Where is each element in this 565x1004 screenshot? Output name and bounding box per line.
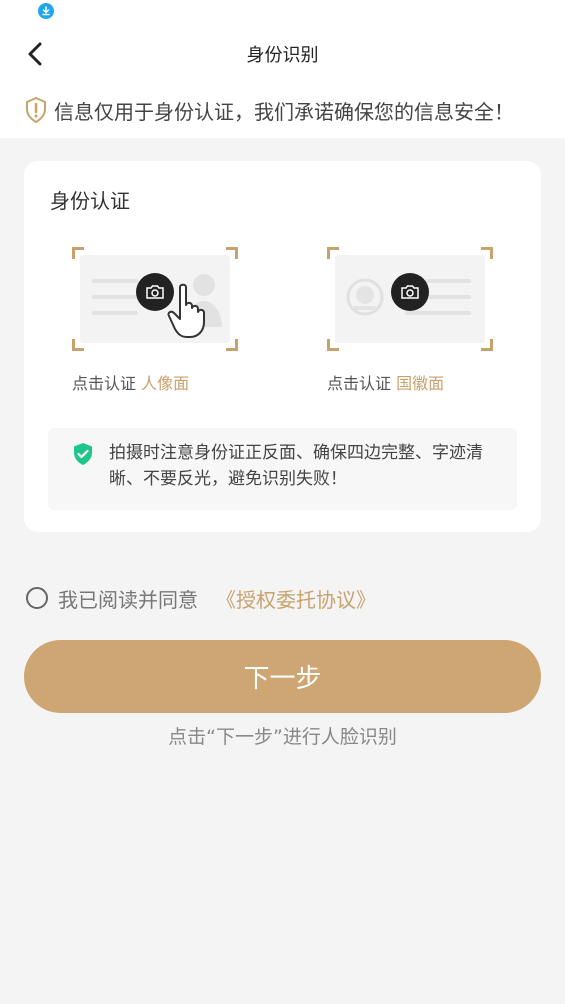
card-title: 身份认证: [50, 189, 130, 213]
check-shield-icon: [74, 443, 92, 465]
next-hint: 点击“下一步”进行人脸识别: [168, 726, 397, 748]
back-label-prefix: 点击认证: [327, 374, 392, 393]
front-label-prefix: 点击认证: [72, 374, 137, 393]
notice-text: 信息仅用于身份认证，我们承诺确保您的信息安全！: [54, 100, 514, 124]
notice-bar: 信息仅用于身份认证，我们承诺确保您的信息安全！: [0, 80, 565, 138]
header: 身份识别: [0, 28, 565, 80]
hand-pointer-icon: [167, 283, 205, 338]
camera-icon: [146, 285, 164, 299]
id-front-upload[interactable]: [72, 247, 238, 351]
id-verification-card: 身份认证 点击认证 人像面 点击认证 国徽面 拍摄时注意身份证正反面、确保四边完…: [24, 161, 541, 532]
agreement-link[interactable]: 《授权委托协议》: [216, 584, 376, 613]
agreement-text: 我已阅读并同意: [58, 588, 198, 612]
download-icon: [38, 3, 54, 19]
back-label[interactable]: 点击认证 国徽面: [327, 370, 444, 394]
warning-shield-icon: [26, 96, 46, 124]
camera-icon: [401, 285, 419, 299]
agreement-radio[interactable]: [26, 587, 48, 609]
tip-box: 拍摄时注意身份证正反面、确保四边完整、字迹清晰、不要反光，避免识别失败！: [48, 428, 517, 510]
emblem-icon: [346, 278, 384, 316]
page-title: 身份识别: [246, 45, 319, 66]
back-label-side: 国徽面: [396, 374, 445, 393]
id-back-upload[interactable]: [327, 247, 493, 351]
front-label[interactable]: 点击认证 人像面: [72, 370, 189, 394]
next-button[interactable]: 下一步: [24, 640, 541, 713]
front-label-side: 人像面: [141, 374, 190, 393]
status-bar: [0, 0, 565, 28]
camera-button-back[interactable]: [391, 273, 429, 311]
tip-text: 拍摄时注意身份证正反面、确保四边完整、字迹清晰、不要反光，避免识别失败！: [109, 443, 483, 489]
